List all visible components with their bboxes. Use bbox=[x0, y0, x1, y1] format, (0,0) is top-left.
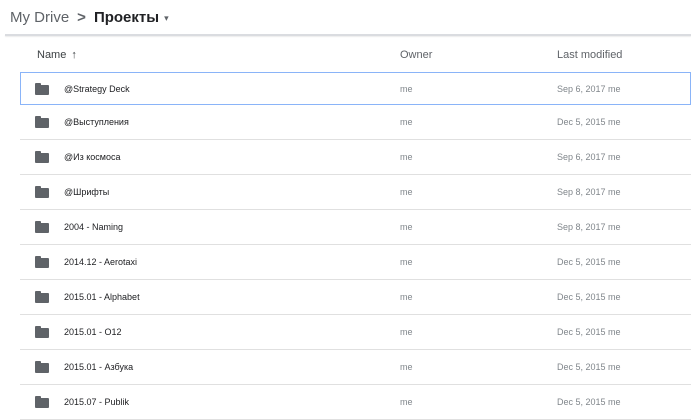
breadcrumb-current-folder[interactable]: Проекты bbox=[94, 9, 159, 26]
file-last-modified: Dec 5, 2015 me bbox=[557, 117, 621, 127]
file-last-modified: Sep 6, 2017 me bbox=[557, 152, 621, 162]
file-name: 2014.12 - Aerotaxi bbox=[64, 257, 138, 267]
file-owner: me bbox=[400, 257, 413, 267]
table-row[interactable]: @Выступления me Dec 5, 2015 me bbox=[20, 105, 691, 140]
table-row[interactable]: 2015.01 - Alphabet me Dec 5, 2015 me bbox=[20, 280, 691, 315]
file-last-modified: Sep 8, 2017 me bbox=[557, 222, 621, 232]
chevron-down-icon[interactable]: ▾ bbox=[164, 13, 169, 24]
file-owner: me bbox=[400, 397, 413, 407]
folder-icon bbox=[35, 151, 49, 163]
table-row[interactable]: 2015.01 - Азбука me Dec 5, 2015 me bbox=[20, 350, 691, 385]
file-owner: me bbox=[400, 362, 413, 372]
file-list-header: Name ↑ Owner Last modified bbox=[20, 38, 691, 72]
file-name: @Шрифты bbox=[64, 187, 110, 197]
folder-icon bbox=[35, 186, 49, 198]
folder-icon bbox=[35, 396, 49, 408]
file-name: 2015.01 - Alphabet bbox=[64, 292, 140, 302]
column-header-name[interactable]: Name ↑ bbox=[37, 38, 77, 72]
file-owner: me bbox=[400, 187, 413, 197]
table-row[interactable]: 2004 - Naming me Sep 8, 2017 me bbox=[20, 210, 691, 245]
folder-icon bbox=[35, 291, 49, 303]
breadcrumb-my-drive[interactable]: My Drive bbox=[10, 9, 69, 26]
file-name: 2015.01 - O12 bbox=[64, 327, 122, 337]
file-last-modified: Dec 5, 2015 me bbox=[557, 397, 621, 407]
file-name: 2015.01 - Азбука bbox=[64, 362, 134, 372]
folder-icon bbox=[35, 116, 49, 128]
folder-icon bbox=[35, 326, 49, 338]
file-name: @Strategy Deck bbox=[64, 84, 130, 94]
breadcrumb-separator: > bbox=[77, 8, 86, 26]
table-row[interactable]: @Strategy Deck me Sep 6, 2017 me bbox=[20, 72, 691, 105]
folder-icon bbox=[35, 361, 49, 373]
folder-icon bbox=[35, 83, 49, 95]
file-owner: me bbox=[400, 292, 413, 302]
header-divider bbox=[5, 34, 691, 36]
folder-icon bbox=[35, 221, 49, 233]
column-header-owner[interactable]: Owner bbox=[400, 38, 432, 72]
table-row[interactable]: @Шрифты me Sep 8, 2017 me bbox=[20, 175, 691, 210]
sort-arrow-icon[interactable]: ↑ bbox=[71, 49, 77, 61]
file-name: 2015.07 - Publik bbox=[64, 397, 130, 407]
file-last-modified: Dec 5, 2015 me bbox=[557, 362, 621, 372]
table-row[interactable]: 2015.01 - O12 me Dec 5, 2015 me bbox=[20, 315, 691, 350]
file-name: @Из космоса bbox=[64, 152, 121, 162]
table-row[interactable]: 2014.12 - Aerotaxi me Dec 5, 2015 me bbox=[20, 245, 691, 280]
file-list: @Strategy Deck me Sep 6, 2017 me @Выступ… bbox=[20, 72, 691, 420]
file-owner: me bbox=[400, 222, 413, 232]
file-name: 2004 - Naming bbox=[64, 222, 124, 232]
file-owner: me bbox=[400, 117, 413, 127]
file-owner: me bbox=[400, 152, 413, 162]
file-last-modified: Sep 8, 2017 me bbox=[557, 187, 621, 197]
folder-icon bbox=[35, 256, 49, 268]
column-header-name-label: Name bbox=[37, 49, 67, 61]
file-last-modified: Sep 6, 2017 me bbox=[557, 84, 621, 94]
table-row[interactable]: @Из космоса me Sep 6, 2017 me bbox=[20, 140, 691, 175]
file-name: @Выступления bbox=[64, 117, 129, 127]
breadcrumb: My Drive > Проекты ▾ bbox=[10, 0, 169, 34]
table-row[interactable]: 2015.07 - Publik me Dec 5, 2015 me bbox=[20, 385, 691, 420]
column-header-last-modified[interactable]: Last modified bbox=[557, 38, 622, 72]
file-last-modified: Dec 5, 2015 me bbox=[557, 292, 621, 302]
file-owner: me bbox=[400, 327, 413, 337]
file-last-modified: Dec 5, 2015 me bbox=[557, 257, 621, 267]
file-owner: me bbox=[400, 84, 413, 94]
file-last-modified: Dec 5, 2015 me bbox=[557, 327, 621, 337]
